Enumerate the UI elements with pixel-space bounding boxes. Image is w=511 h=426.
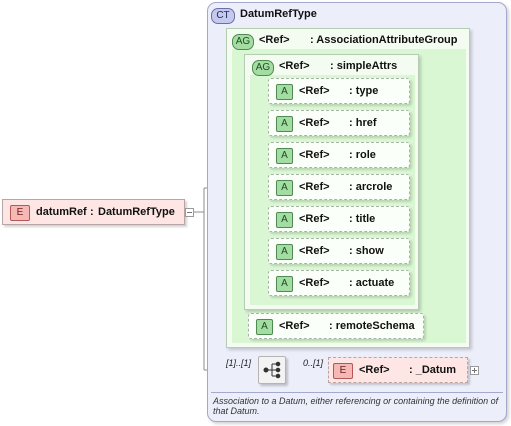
attribute-name: : role (349, 149, 376, 161)
sequence-compositor[interactable] (258, 356, 286, 384)
element-name: : _Datum (409, 364, 457, 376)
attribute-ref: <Ref> (299, 277, 330, 289)
attribute-arcrole[interactable]: A <Ref> : arcrole (268, 174, 410, 200)
element-icon: E (10, 205, 30, 221)
element-ref: <Ref> (359, 364, 390, 376)
attribute-remoteSchema[interactable]: A <Ref> : remoteSchema (248, 313, 424, 339)
attribute-ref: <Ref> (299, 117, 330, 129)
child-element-cardinality: 0..[1] (303, 358, 324, 368)
attribute-group-name: : simpleAttrs (330, 60, 398, 72)
attribute-type[interactable]: A <Ref> : type (268, 78, 410, 104)
attribute-show[interactable]: A <Ref> : show (268, 238, 410, 264)
root-element-datumRef[interactable]: E datumRef : DatumRefType (2, 199, 185, 225)
attribute-href[interactable]: A <Ref> : href (268, 110, 410, 136)
element-_Datum[interactable]: E <Ref> : _Datum (328, 357, 468, 383)
attribute-icon: A (276, 84, 293, 100)
attribute-title[interactable]: A <Ref> : title (268, 206, 410, 232)
sequence-cardinality: [1]..[1] (226, 358, 252, 368)
root-element-type: DatumRefType (98, 206, 175, 218)
complex-type-icon: CT (211, 8, 235, 24)
element-icon: E (333, 363, 353, 379)
attribute-group-icon: AG (252, 60, 274, 76)
attribute-group-ref: <Ref> (259, 34, 290, 46)
attribute-name: : title (349, 213, 376, 225)
collapse-toggle[interactable] (185, 208, 194, 217)
attribute-icon: A (256, 319, 273, 335)
expand-toggle[interactable] (470, 366, 479, 375)
root-element-separator: : (90, 206, 94, 218)
documentation-divider (211, 392, 503, 393)
attribute-ref: <Ref> (299, 149, 330, 161)
attribute-icon: A (276, 116, 293, 132)
root-element-name: datumRef (36, 206, 87, 218)
attribute-name: : href (349, 117, 377, 129)
attribute-actuate[interactable]: A <Ref> : actuate (268, 270, 410, 296)
attribute-role[interactable]: A <Ref> : role (268, 142, 410, 168)
attribute-name: : type (349, 85, 379, 97)
attribute-name: : actuate (349, 277, 395, 289)
sequence-icon (263, 361, 281, 379)
attribute-group-icon: AG (232, 34, 254, 50)
attribute-group-ref: <Ref> (279, 60, 310, 72)
attribute-icon: A (276, 148, 293, 164)
attribute-ref: <Ref> (279, 320, 310, 332)
attribute-icon: A (276, 276, 293, 292)
attribute-icon: A (276, 180, 293, 196)
attribute-icon: A (276, 244, 293, 260)
attribute-ref: <Ref> (299, 213, 330, 225)
attribute-name: : show (349, 245, 384, 257)
complex-type-name: DatumRefType (240, 8, 317, 20)
attribute-name: : remoteSchema (329, 320, 415, 332)
attribute-icon: A (276, 212, 293, 228)
attribute-ref: <Ref> (299, 245, 330, 257)
attribute-ref: <Ref> (299, 85, 330, 97)
attribute-group-name: : AssociationAttributeGroup (310, 34, 458, 46)
attribute-name: : arcrole (349, 181, 393, 193)
attribute-ref: <Ref> (299, 181, 330, 193)
documentation-text: Association to a Datum, either referenci… (213, 396, 499, 416)
